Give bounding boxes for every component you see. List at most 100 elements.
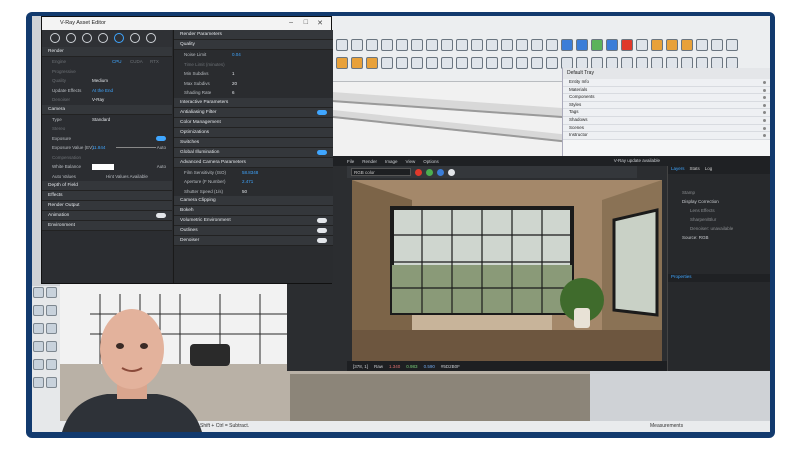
hint-values[interactable]: Hint Values Available [106, 172, 148, 182]
tab-layers[interactable]: Layers [671, 166, 685, 174]
tray-item[interactable]: Components [563, 94, 770, 102]
render-icon[interactable] [130, 33, 140, 43]
tool-icon[interactable] [336, 57, 348, 69]
tool-icon[interactable] [636, 39, 648, 51]
tool-icon[interactable] [591, 39, 603, 51]
outlines-section[interactable]: Outlines [174, 226, 333, 236]
menu-view[interactable]: View [406, 159, 416, 164]
green-channel-icon[interactable] [426, 168, 433, 176]
maximize-icon[interactable]: □ [304, 19, 308, 26]
tool-icon[interactable] [411, 57, 423, 69]
lights-icon[interactable] [66, 33, 76, 43]
tool-icon[interactable] [456, 39, 468, 51]
tool-icon[interactable] [411, 39, 423, 51]
animation-section[interactable]: Animation [42, 211, 172, 221]
tool-icon[interactable] [621, 39, 633, 51]
tray-item[interactable]: Tags [563, 109, 770, 117]
color-management-section[interactable]: Color Management [174, 117, 333, 128]
tool-icon[interactable] [33, 377, 44, 388]
tool-icon[interactable] [46, 287, 57, 298]
global-illumination-section[interactable]: Global Illumination [174, 147, 333, 158]
tool-icon[interactable] [456, 57, 468, 69]
minimize-icon[interactable]: – [289, 19, 293, 26]
outlines-toggle[interactable] [317, 228, 327, 233]
exposure-slider[interactable] [116, 147, 156, 148]
tool-icon[interactable] [516, 39, 528, 51]
tray-item[interactable]: Shadows [563, 116, 770, 125]
min-subdivs-value[interactable]: 1 [232, 69, 235, 79]
max-subdivs-value[interactable]: 20 [232, 79, 237, 89]
tool-icon[interactable] [501, 39, 513, 51]
render-output-section[interactable]: Render Output [42, 201, 172, 211]
tool-icon[interactable] [426, 57, 438, 69]
tool-icon[interactable] [726, 39, 738, 51]
tool-icon[interactable] [33, 323, 44, 334]
noise-limit-value[interactable]: 0.04 [232, 50, 241, 60]
tool-icon[interactable] [381, 39, 393, 51]
tool-icon[interactable] [441, 57, 453, 69]
film-sensitivity-value[interactable]: 58.8348 [242, 168, 258, 178]
tool-icon[interactable] [531, 57, 543, 69]
tool-icon[interactable] [561, 39, 573, 51]
depth-of-field-section[interactable]: Depth of Field [42, 181, 172, 191]
tool-icon[interactable] [576, 39, 588, 51]
tool-icon[interactable] [396, 57, 408, 69]
menu-render[interactable]: Render [362, 159, 377, 164]
textures-icon[interactable] [98, 33, 108, 43]
close-icon[interactable]: ✕ [317, 19, 323, 27]
animation-toggle[interactable] [156, 213, 166, 218]
tool-icon[interactable] [666, 39, 678, 51]
layer-row[interactable]: Lens Effects [668, 206, 770, 215]
tool-icon[interactable] [381, 57, 393, 69]
tool-icon[interactable] [711, 39, 723, 51]
tool-icon[interactable] [351, 39, 363, 51]
tool-icon[interactable] [516, 57, 528, 69]
menu-options[interactable]: Options [423, 159, 439, 164]
tool-icon[interactable] [531, 39, 543, 51]
settings-icon[interactable] [114, 33, 124, 43]
tool-icon[interactable] [486, 39, 498, 51]
tool-icon[interactable] [471, 39, 483, 51]
gi-toggle[interactable] [317, 149, 327, 155]
tray-item[interactable]: Entity Info [563, 79, 770, 87]
geometry-icon[interactable] [82, 33, 92, 43]
tool-icon[interactable] [681, 39, 693, 51]
exposure-value[interactable]: 11.844 [92, 143, 105, 153]
compensation-row[interactable]: Compensation [42, 153, 172, 163]
layer-row[interactable]: Denoiser: unavailable [668, 224, 770, 233]
shading-rate-value[interactable]: 6 [232, 88, 235, 98]
switches-section[interactable]: Switches [174, 137, 333, 148]
tool-icon[interactable] [336, 39, 348, 51]
denoiser-value[interactable]: V-Ray [92, 95, 104, 105]
volumetric-toggle[interactable] [317, 218, 327, 223]
tool-icon[interactable] [471, 57, 483, 69]
alpha-channel-icon[interactable] [448, 168, 455, 176]
sketchup-viewport[interactable] [332, 82, 562, 162]
bokeh-section[interactable]: Bokeh [174, 206, 333, 216]
tool-icon[interactable] [396, 39, 408, 51]
time-limit-row[interactable]: Time Limit (minutes) [174, 60, 333, 70]
tool-icon[interactable] [426, 39, 438, 51]
tool-icon[interactable] [366, 39, 378, 51]
white-balance-mode[interactable]: Auto [157, 162, 166, 172]
aperture-value[interactable]: 2.471 [242, 177, 253, 187]
red-channel-icon[interactable] [415, 168, 422, 176]
type-value[interactable]: Standard [92, 115, 110, 125]
shutter-speed-value[interactable]: 50 [242, 187, 247, 197]
tool-icon[interactable] [606, 39, 618, 51]
layer-row[interactable]: Stamp [668, 188, 770, 197]
tool-icon[interactable] [546, 39, 558, 51]
effects-section[interactable]: Effects [42, 191, 172, 201]
channel-select[interactable]: RGB color [351, 168, 411, 176]
materials-icon[interactable] [50, 33, 60, 43]
tool-icon[interactable] [33, 305, 44, 316]
antialiasing-toggle[interactable] [317, 109, 327, 115]
tool-icon[interactable] [441, 39, 453, 51]
quality-section[interactable]: Quality [174, 40, 333, 50]
engine-cuda[interactable]: CUDA [130, 57, 143, 67]
camera-section[interactable]: Camera [42, 104, 172, 115]
progressive-row[interactable]: Progressive [42, 67, 172, 77]
white-balance-swatch[interactable] [92, 164, 114, 170]
volumetric-environment-section[interactable]: Volumetric Environment [174, 216, 333, 226]
environment-section[interactable]: Environment [42, 221, 172, 231]
